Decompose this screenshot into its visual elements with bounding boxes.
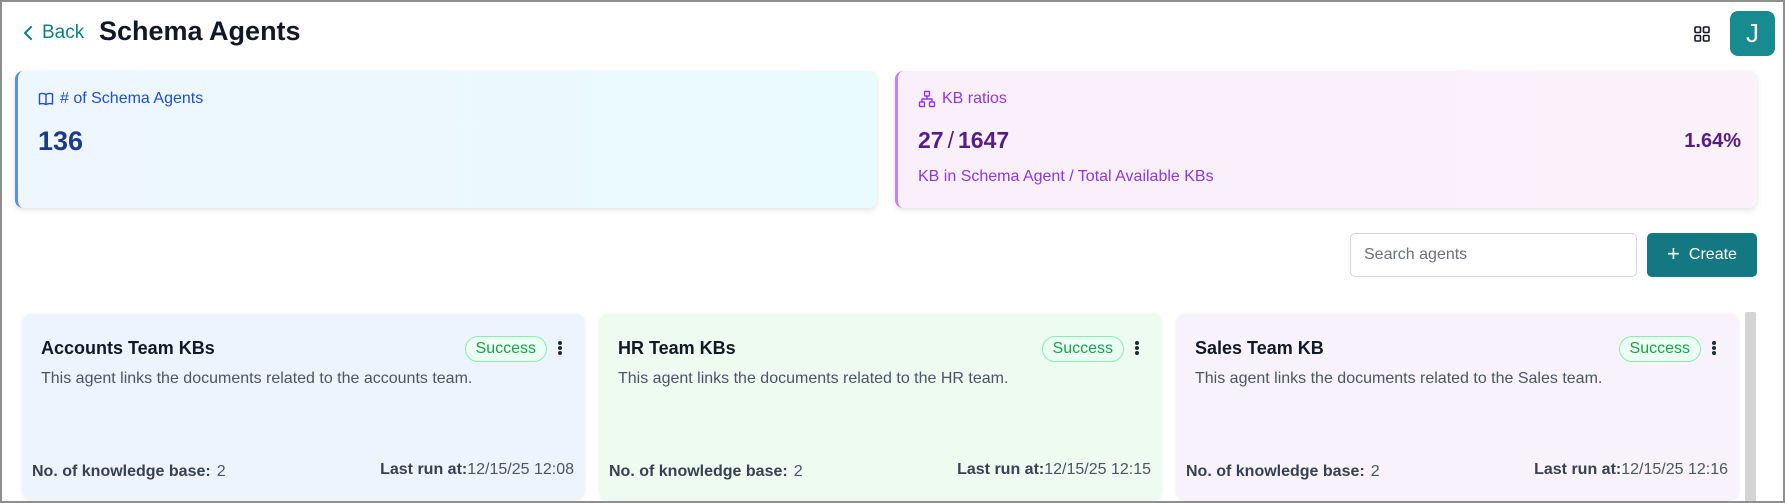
last-run-label: Last run at: bbox=[957, 461, 1045, 478]
agent-card-description: This agent links the documents related t… bbox=[618, 370, 1009, 387]
avatar[interactable]: J bbox=[1730, 11, 1775, 56]
agent-card-title: Accounts Team KBs bbox=[41, 338, 215, 358]
agent-card-kb-count: No. of knowledge base: 2 bbox=[1186, 463, 1380, 481]
kb-count-label: No. of knowledge base: bbox=[32, 463, 211, 480]
more-vertical-icon[interactable] bbox=[556, 338, 564, 358]
kb-count-value: 2 bbox=[1370, 463, 1380, 480]
plus-icon: + bbox=[1667, 241, 1680, 266]
more-vertical-icon[interactable] bbox=[1710, 338, 1718, 358]
agent-card-kb-count: No. of knowledge base: 2 bbox=[32, 463, 226, 481]
back-label: Back bbox=[42, 22, 85, 43]
kb-ratio-denominator: 1647 bbox=[957, 127, 1010, 153]
kb-count-value: 2 bbox=[216, 463, 226, 480]
schema-agents-count-label: # of Schema Agents bbox=[60, 90, 204, 107]
apps-grid-button[interactable] bbox=[1692, 24, 1712, 44]
last-run-value: 12/15/25 12:16 bbox=[1621, 461, 1728, 478]
last-run-value: 12/15/25 12:15 bbox=[1044, 461, 1151, 478]
kb-ratio-card: KB ratios 27/1647 1.64% KB in Schema Age… bbox=[895, 71, 1757, 208]
schema-agents-count-header: # of Schema Agents bbox=[38, 90, 203, 108]
kb-ratio-caption: KB in Schema Agent / Total Available KBs bbox=[918, 168, 1214, 185]
agent-card-description: This agent links the documents related t… bbox=[1195, 370, 1603, 387]
agent-card-last-run: Last run at:12/15/25 12:16 bbox=[1534, 461, 1728, 479]
app-window: Back Schema Agents J # of Schema Agents … bbox=[0, 0, 1785, 503]
back-link[interactable]: Back bbox=[22, 22, 84, 44]
create-button[interactable]: + Create bbox=[1647, 233, 1757, 277]
kb-ratio-numerator: 27 bbox=[918, 127, 944, 153]
hierarchy-icon bbox=[918, 90, 936, 108]
kb-ratio-value: 27/1647 bbox=[918, 127, 1009, 154]
agent-card-kb-count: No. of knowledge base: 2 bbox=[609, 463, 803, 481]
schema-agents-count-value: 136 bbox=[38, 126, 84, 156]
kb-count-value: 2 bbox=[793, 463, 803, 480]
status-badge: Success bbox=[1618, 336, 1701, 362]
kb-ratio-header: KB ratios bbox=[918, 90, 1007, 108]
page-title: Schema Agents bbox=[99, 16, 301, 46]
agent-card[interactable]: Accounts Team KBs Success This agent lin… bbox=[23, 314, 584, 499]
agent-card-title: Sales Team KB bbox=[1195, 338, 1324, 358]
last-run-label: Last run at: bbox=[380, 461, 468, 478]
book-open-icon bbox=[38, 92, 54, 106]
last-run-label: Last run at: bbox=[1534, 461, 1622, 478]
kb-ratio-separator: / bbox=[947, 127, 954, 153]
more-vertical-icon[interactable] bbox=[1133, 338, 1141, 358]
search-input[interactable] bbox=[1350, 233, 1637, 277]
agent-card-last-run: Last run at:12/15/25 12:15 bbox=[957, 461, 1151, 479]
agent-card-last-run: Last run at:12/15/25 12:08 bbox=[380, 461, 574, 479]
agent-card-description: This agent links the documents related t… bbox=[41, 370, 473, 387]
kb-count-label: No. of knowledge base: bbox=[1186, 463, 1365, 480]
kb-count-label: No. of knowledge base: bbox=[609, 463, 788, 480]
agent-card[interactable]: HR Team KBs Success This agent links the… bbox=[600, 314, 1161, 499]
last-run-value: 12/15/25 12:08 bbox=[467, 461, 574, 478]
create-label: Create bbox=[1688, 246, 1737, 263]
chevron-left-icon bbox=[24, 26, 32, 40]
agent-card-title: HR Team KBs bbox=[618, 338, 736, 358]
schema-agents-count-card: # of Schema Agents 136 bbox=[15, 71, 877, 208]
status-badge: Success bbox=[1041, 336, 1124, 362]
status-badge: Success bbox=[464, 336, 547, 362]
kb-ratio-label: KB ratios bbox=[942, 90, 1007, 107]
kb-ratio-percent: 1.64% bbox=[1684, 130, 1741, 152]
agent-card[interactable]: Sales Team KB Success This agent links t… bbox=[1177, 314, 1738, 499]
scrollbar[interactable] bbox=[1745, 312, 1756, 501]
grid-icon bbox=[1694, 26, 1710, 42]
